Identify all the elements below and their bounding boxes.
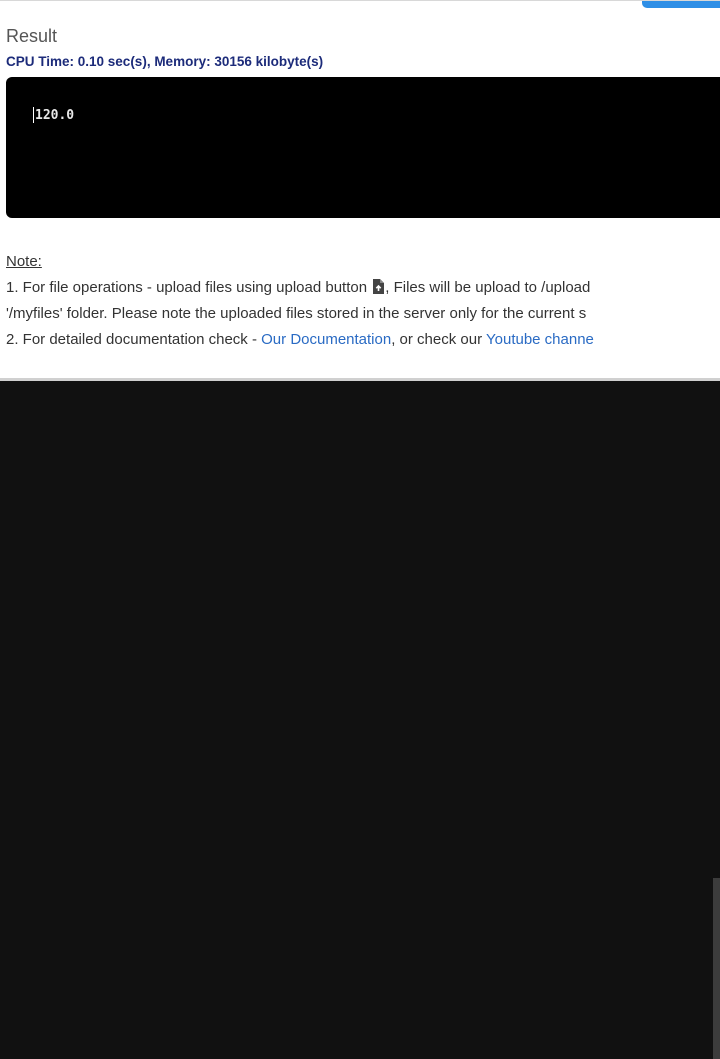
documentation-link[interactable]: Our Documentation	[261, 331, 391, 348]
execution-stats: CPU Time: 0.10 sec(s), Memory: 30156 kil…	[6, 54, 324, 69]
upload-file-icon	[372, 279, 385, 298]
note-line-1-text: 1. For file operations - upload files us…	[6, 279, 372, 296]
result-title: Result	[6, 26, 58, 46]
output-text: 120.0	[35, 108, 75, 123]
youtube-channel-link[interactable]: Youtube channe	[486, 331, 594, 348]
note-line-2: '/myfiles' folder. Please note the uploa…	[6, 305, 587, 322]
note-line-3: 2. For detailed documentation check - Ou…	[6, 331, 594, 348]
note-line-1-text-cont: , Files will be upload to /upload	[385, 279, 591, 296]
text-cursor	[33, 107, 34, 123]
note-line-1: 1. For file operations - upload files us…	[6, 279, 590, 298]
note-line-3-text: 2. For detailed documentation check -	[6, 331, 262, 348]
scrollbar[interactable]	[713, 878, 720, 1059]
output-console[interactable]: 120.0	[6, 77, 720, 218]
note-line-3-text-cont: , or check our	[391, 331, 486, 348]
result-panel: Result CPU Time: 0.10 sec(s), Memory: 30…	[0, 0, 720, 381]
note-heading: Note:	[6, 253, 42, 270]
execute-button[interactable]	[642, 1, 720, 8]
